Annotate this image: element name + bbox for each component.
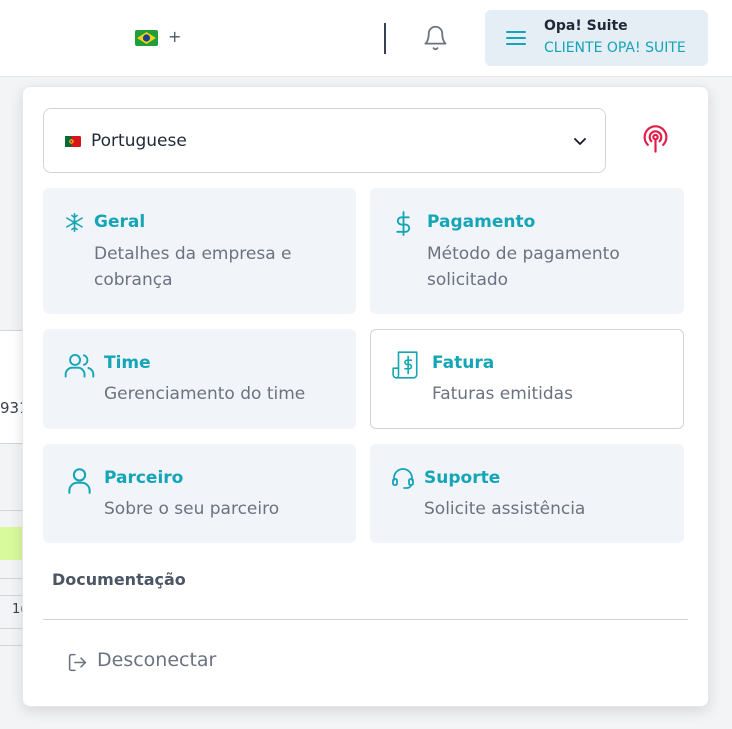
hamburger-menu-icon xyxy=(506,31,526,45)
logout-icon xyxy=(68,653,87,672)
card-description: Detalhes da empresa e xyxy=(94,244,292,264)
card-description: Faturas emitidas xyxy=(432,384,573,404)
background-divider xyxy=(0,443,22,444)
card-suporte[interactable]: Suporte Solicite assistência xyxy=(370,444,684,543)
chevron-down-icon xyxy=(574,138,586,145)
account-name: Opa! Suite xyxy=(544,18,628,34)
language-select-value: Portuguese xyxy=(91,131,187,151)
snowflake-icon xyxy=(66,212,83,233)
background-divider xyxy=(0,645,22,646)
add-language-button[interactable]: + xyxy=(168,27,181,46)
card-title: Fatura xyxy=(432,353,495,373)
background-divider xyxy=(0,595,22,596)
card-description: Solicite assistência xyxy=(424,499,586,519)
card-title: Pagamento xyxy=(427,212,536,232)
card-title: Parceiro xyxy=(104,468,184,488)
card-description: Método de pagamento xyxy=(427,244,620,264)
background-divider xyxy=(0,510,22,511)
users-icon xyxy=(64,354,95,378)
top-bar: + Opa! Suite CLIENTE OPA! SUITE xyxy=(0,0,732,77)
user-icon xyxy=(68,468,91,494)
card-parceiro[interactable]: Parceiro Sobre o seu parceiro xyxy=(43,444,356,543)
card-description: solicitado xyxy=(427,270,509,290)
brazil-flag-icon[interactable] xyxy=(135,30,158,46)
bell-icon[interactable] xyxy=(422,24,449,52)
card-fatura[interactable]: Fatura Faturas emitidas xyxy=(370,329,684,429)
dollar-icon xyxy=(396,211,411,236)
card-title: Time xyxy=(104,353,151,373)
documentation-link[interactable]: Documentação xyxy=(52,570,186,589)
account-dropdown-panel: Portuguese Geral Detalhes da empresa e c… xyxy=(22,86,709,707)
card-title: Geral xyxy=(94,212,146,232)
headset-icon xyxy=(392,468,414,489)
logout-label: Desconectar xyxy=(97,649,217,671)
invoice-icon xyxy=(392,351,418,379)
language-select[interactable]: Portuguese xyxy=(43,108,606,173)
card-description: Gerenciamento do time xyxy=(104,384,306,404)
divider xyxy=(43,619,688,620)
card-geral[interactable]: Geral Detalhes da empresa e cobrança xyxy=(43,188,356,314)
card-description: cobrança xyxy=(94,270,173,290)
card-pagamento[interactable]: Pagamento Método de pagamento solicitado xyxy=(370,188,684,314)
background-divider xyxy=(0,578,22,579)
card-title: Suporte xyxy=(424,468,501,488)
broadcast-icon[interactable] xyxy=(641,125,670,154)
background-divider xyxy=(0,628,22,629)
divider xyxy=(384,23,386,54)
portugal-flag-icon xyxy=(65,136,81,147)
logout-button[interactable]: Desconectar xyxy=(67,649,267,675)
card-time[interactable]: Time Gerenciamento do time xyxy=(43,329,356,429)
account-company: CLIENTE OPA! SUITE xyxy=(544,40,686,56)
background-highlight-row xyxy=(0,527,22,560)
card-description: Sobre o seu parceiro xyxy=(104,499,280,519)
background-card xyxy=(0,331,22,443)
account-menu-button[interactable]: Opa! Suite CLIENTE OPA! SUITE xyxy=(485,10,708,66)
